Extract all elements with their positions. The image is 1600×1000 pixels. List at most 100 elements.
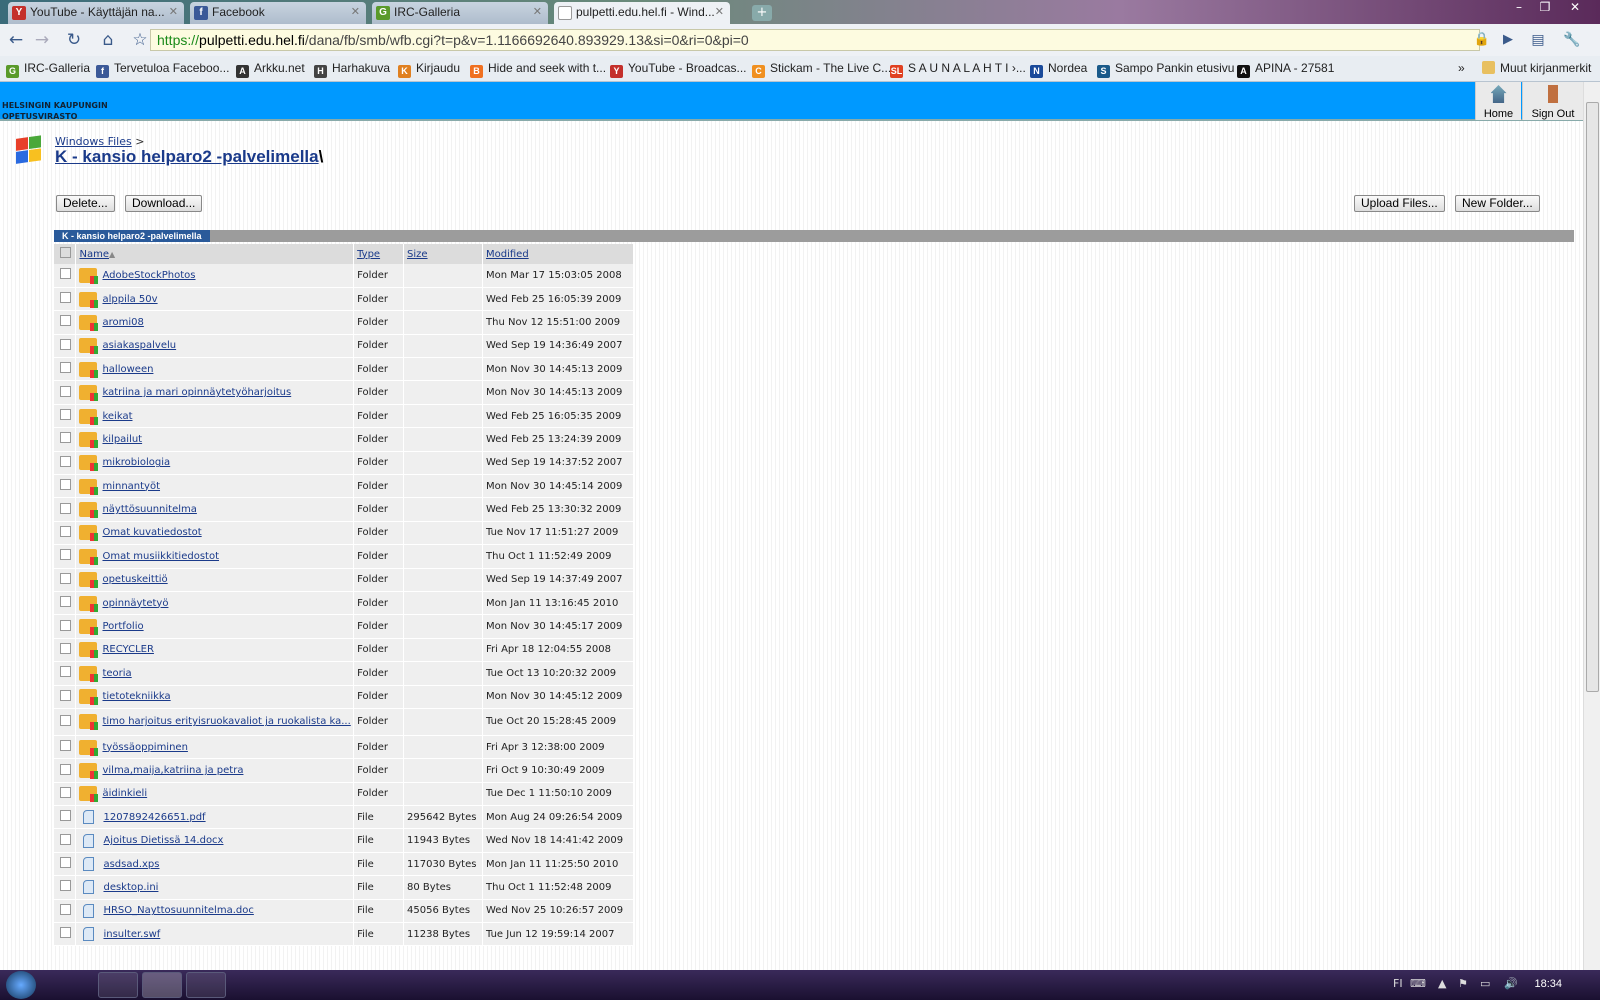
home-button[interactable]: Home	[1475, 82, 1521, 120]
item-link[interactable]: asiakaspalvelu	[102, 340, 176, 351]
row-checkbox[interactable]	[54, 922, 77, 947]
taskbar-app-1[interactable]	[98, 972, 138, 998]
row-checkbox[interactable]	[54, 404, 77, 429]
item-link[interactable]: HRSO_Nayttosuunnitelma.doc	[103, 905, 253, 916]
row-checkbox[interactable]	[54, 614, 77, 639]
row-checkbox[interactable]	[54, 638, 77, 663]
row-checkbox[interactable]	[54, 805, 77, 830]
item-link[interactable]: RECYCLER	[102, 644, 153, 655]
maximize-button[interactable]: ❐	[1532, 0, 1558, 18]
row-checkbox[interactable]	[54, 758, 77, 783]
network-icon[interactable]: ▭	[1480, 977, 1490, 990]
row-checkbox[interactable]	[54, 828, 77, 853]
action-center-flag-icon[interactable]: ⚑	[1458, 977, 1468, 990]
taskbar-app-3[interactable]	[186, 972, 226, 998]
close-tab-icon[interactable]: ✕	[169, 5, 178, 18]
item-link[interactable]: asdsad.xps	[103, 859, 159, 870]
row-checkbox[interactable]	[54, 264, 77, 288]
bookmark-item[interactable]: B Hide and seek with t...	[470, 61, 606, 78]
volume-icon[interactable]: 🔊	[1504, 977, 1518, 990]
item-link[interactable]: Omat musiikkitiedostot	[102, 551, 219, 562]
item-link[interactable]: tietotekniikka	[102, 691, 170, 702]
vertical-scrollbar[interactable]	[1583, 82, 1600, 970]
bookmarks-overflow[interactable]: »	[1458, 61, 1465, 75]
scrollbar-thumb[interactable]	[1586, 102, 1599, 692]
sort-by-name[interactable]: Name	[79, 249, 109, 260]
row-checkbox[interactable]	[54, 380, 77, 405]
column-modified[interactable]: Modified	[482, 244, 634, 264]
row-checkbox[interactable]	[54, 899, 77, 924]
upload-files-button[interactable]: Upload Files...	[1354, 195, 1445, 212]
close-window-button[interactable]: ✕	[1562, 0, 1588, 18]
item-link[interactable]: aromi08	[102, 317, 143, 328]
clock[interactable]: 18:34	[1534, 978, 1562, 990]
row-checkbox[interactable]	[54, 287, 77, 312]
close-tab-icon[interactable]: ✕	[533, 5, 542, 18]
row-checkbox[interactable]	[54, 661, 77, 686]
sort-by-type[interactable]: Type	[357, 249, 380, 260]
bookmark-item[interactable]: S Sampo Pankin etusivu	[1097, 61, 1234, 78]
bookmark-item[interactable]: H Harhakuva	[314, 61, 390, 78]
item-link[interactable]: mikrobiologia	[102, 457, 170, 468]
forward-button[interactable]: →	[30, 28, 54, 52]
sign-out-button[interactable]: Sign Out	[1522, 82, 1583, 120]
item-link[interactable]: timo harjoitus erityisruokavaliot ja ruo…	[102, 716, 350, 727]
delete-button[interactable]: Delete...	[56, 195, 115, 212]
bookmark-star-icon[interactable]: ☆	[128, 28, 152, 52]
address-bar[interactable]: https://pulpetti.edu.hel.fi/dana/fb/smb/…	[150, 29, 1480, 51]
row-checkbox[interactable]	[54, 427, 77, 452]
bookmark-item[interactable]: G IRC-Galleria	[6, 61, 90, 78]
home-icon[interactable]: ⌂	[96, 28, 120, 52]
keyboard-icon[interactable]: ⌨	[1410, 977, 1426, 990]
item-link[interactable]: opinnäytetyö	[102, 598, 168, 609]
minimize-button[interactable]: –	[1506, 0, 1532, 18]
column-type[interactable]: Type	[353, 244, 405, 264]
sort-by-modified[interactable]: Modified	[486, 249, 529, 260]
current-folder-link[interactable]: K - kansio helparo2 -palvelimella	[55, 147, 319, 166]
back-button[interactable]: ←	[4, 28, 28, 52]
page-menu-icon[interactable]: ▤	[1526, 28, 1550, 52]
bookmark-item[interactable]: Y YouTube - Broadcas...	[610, 61, 747, 78]
bookmark-item[interactable]: K Kirjaudu	[398, 61, 460, 78]
wrench-menu-icon[interactable]: 🔧	[1560, 28, 1584, 52]
tab-1[interactable]: f Facebook ✕	[190, 2, 366, 24]
tab-2[interactable]: G IRC-Galleria ✕	[372, 2, 548, 24]
row-checkbox[interactable]	[54, 591, 77, 616]
item-link[interactable]: desktop.ini	[103, 882, 158, 893]
row-checkbox[interactable]	[54, 782, 77, 807]
bookmark-item[interactable]: A APINA - 27581	[1237, 61, 1334, 78]
item-link[interactable]: työssäoppiminen	[102, 742, 187, 753]
other-bookmarks[interactable]: Muut kirjanmerkit	[1482, 61, 1591, 75]
row-checkbox[interactable]	[54, 310, 77, 335]
bookmark-item[interactable]: f Tervetuloa Faceboo...	[96, 61, 229, 78]
item-link[interactable]: 1207892426651.pdf	[103, 812, 205, 823]
item-link[interactable]: insulter.swf	[103, 929, 160, 940]
row-checkbox[interactable]	[54, 521, 77, 546]
language-indicator[interactable]: FI	[1393, 977, 1403, 990]
item-link[interactable]: halloween	[102, 364, 153, 375]
item-link[interactable]: kilpailut	[102, 434, 142, 445]
item-link[interactable]: opetuskeittiö	[102, 574, 167, 585]
tab-0[interactable]: Y YouTube - Käyttäjän na... ✕	[8, 2, 184, 24]
row-checkbox[interactable]	[54, 875, 77, 900]
bookmark-item[interactable]: A Arkku.net	[236, 61, 305, 78]
row-checkbox[interactable]	[54, 708, 77, 736]
download-button[interactable]: Download...	[125, 195, 203, 212]
bookmark-item[interactable]: N Nordea	[1030, 61, 1087, 78]
row-checkbox[interactable]	[54, 735, 77, 760]
row-checkbox[interactable]	[54, 497, 77, 522]
item-link[interactable]: Ajoitus Dietissä 14.docx	[103, 835, 223, 846]
row-checkbox[interactable]	[54, 474, 77, 499]
select-all-checkbox[interactable]	[54, 244, 77, 264]
item-link[interactable]: katriina ja mari opinnäytetyöharjoitus	[102, 387, 291, 398]
item-link[interactable]: äidinkieli	[102, 788, 147, 799]
item-link[interactable]: keikat	[102, 411, 132, 422]
item-link[interactable]: Omat kuvatiedostot	[102, 527, 201, 538]
explorer-taskbar-icon[interactable]	[56, 972, 92, 998]
row-checkbox[interactable]	[54, 685, 77, 709]
close-tab-icon[interactable]: ✕	[715, 5, 724, 18]
item-link[interactable]: vilma,maija,katriina ja petra	[102, 765, 243, 776]
item-link[interactable]: alppila 50v	[102, 294, 157, 305]
tab-3[interactable]: pulpetti.edu.hel.fi - Wind... ✕	[554, 2, 730, 24]
go-button[interactable]: ▶	[1496, 28, 1520, 52]
